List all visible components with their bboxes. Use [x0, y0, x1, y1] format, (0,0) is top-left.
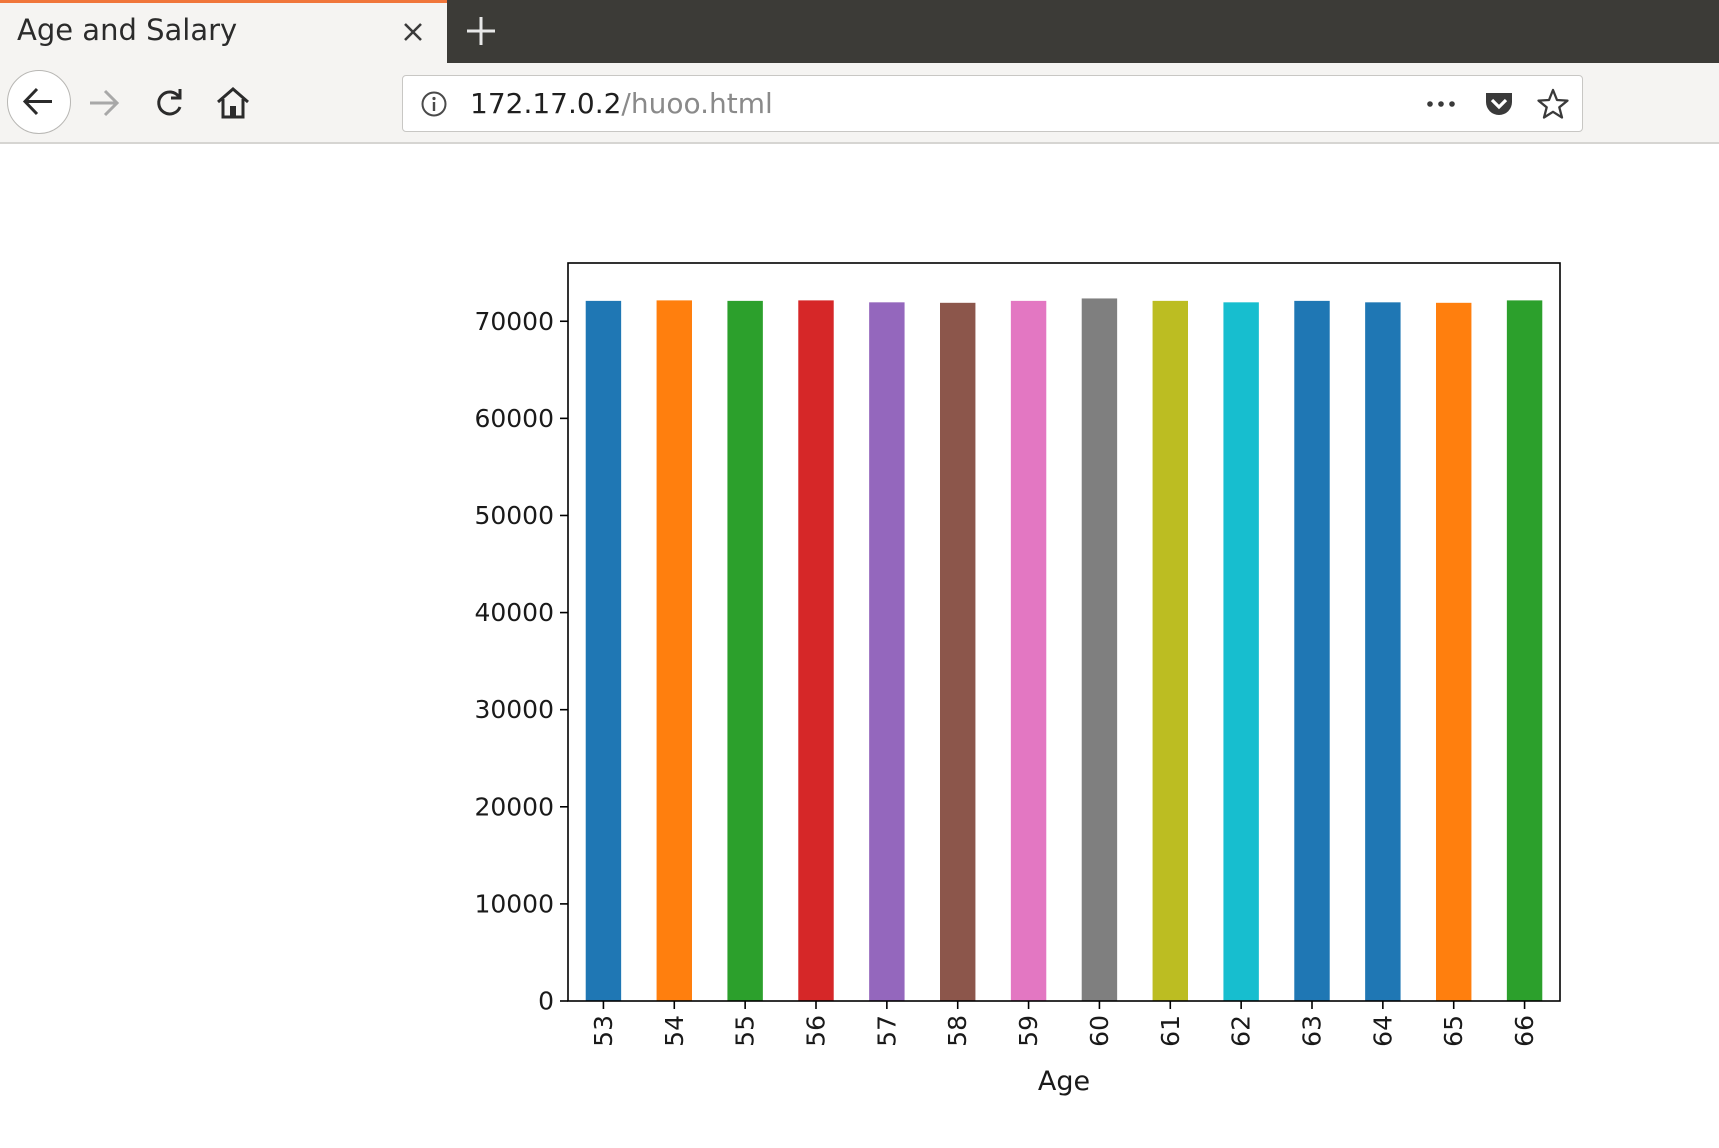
y-tick-label: 0: [538, 987, 554, 1016]
info-icon[interactable]: [420, 90, 448, 118]
bar-60: [1081, 298, 1118, 1001]
reload-icon[interactable]: [151, 85, 187, 121]
x-tick-label: 63: [1298, 1015, 1327, 1047]
y-tick-label: 60000: [474, 404, 554, 433]
bar-61: [1152, 300, 1188, 1001]
x-tick-label: 59: [1014, 1015, 1043, 1047]
tab-strip: Age and Salary: [0, 0, 1719, 63]
bar-59: [1010, 300, 1047, 1001]
bar-55: [727, 300, 763, 1001]
bar-chart: 010000200003000040000500006000070000 53 5…: [474, 262, 1561, 1097]
navigation-toolbar: 172.17.0.2/huoo.html: [0, 63, 1719, 144]
x-tick-label: 62: [1227, 1015, 1256, 1047]
back-arrow-icon[interactable]: [7, 70, 71, 134]
bars-group: [585, 298, 1543, 1002]
x-axis-label: Age: [1038, 1066, 1090, 1097]
close-icon[interactable]: [398, 17, 428, 47]
home-icon[interactable]: [215, 85, 251, 121]
y-tick-label: 50000: [474, 501, 554, 530]
bar-53: [585, 300, 622, 1001]
x-tick-label: 53: [589, 1015, 618, 1047]
url-text[interactable]: 172.17.0.2/huoo.html: [470, 87, 773, 120]
pocket-icon[interactable]: [1482, 87, 1516, 121]
axes-frame: [567, 262, 1561, 1002]
bar-62: [1223, 302, 1259, 1001]
y-tick-label: 40000: [474, 598, 554, 627]
url-host: 172.17.0.2: [470, 87, 622, 120]
bar-66: [1506, 300, 1543, 1002]
x-tick-label: 65: [1439, 1015, 1468, 1047]
x-tick-label: 55: [731, 1015, 760, 1047]
y-tick-label: 20000: [474, 792, 554, 821]
star-icon[interactable]: [1536, 87, 1570, 121]
bar-64: [1365, 302, 1401, 1001]
y-tick-label: 70000: [474, 307, 554, 336]
x-tick-label: 54: [660, 1015, 689, 1047]
bar-65: [1436, 302, 1472, 1001]
x-tick-label: 66: [1510, 1015, 1539, 1047]
x-tick-label: 61: [1156, 1015, 1185, 1047]
bar-58: [940, 302, 976, 1001]
x-axis: 53 54 55 56 57 58 59 60 61 62 63 64 65 66: [589, 1001, 1539, 1047]
y-tick-label: 10000: [474, 889, 554, 918]
forward-arrow-icon[interactable]: [86, 85, 122, 121]
tab-title: Age and Salary: [17, 13, 238, 47]
ellipsis-icon[interactable]: [1423, 90, 1459, 118]
y-tick-label: 30000: [474, 695, 554, 724]
y-axis: 0 10000 20000 30000 40000 50000 60000 70000: [474, 307, 568, 1016]
tab-active[interactable]: Age and Salary: [0, 0, 447, 63]
x-tick-label: 58: [943, 1015, 972, 1047]
x-tick-label: 56: [802, 1015, 831, 1047]
url-path: /huoo.html: [621, 87, 773, 120]
bar-63: [1294, 300, 1330, 1001]
x-tick-label: 64: [1368, 1015, 1397, 1047]
chart-area: 0 10000 20000 30000 40000 50000 60000 70000 53 5…: [0, 144, 1719, 1144]
bar-57: [869, 302, 905, 1001]
x-tick-label: 60: [1085, 1015, 1114, 1047]
bar-54: [656, 300, 692, 1002]
x-tick-label: 57: [872, 1015, 901, 1047]
bar-56: [798, 300, 834, 1002]
plus-icon[interactable]: [463, 13, 499, 49]
address-bar[interactable]: 172.17.0.2/huoo.html: [402, 75, 1583, 132]
